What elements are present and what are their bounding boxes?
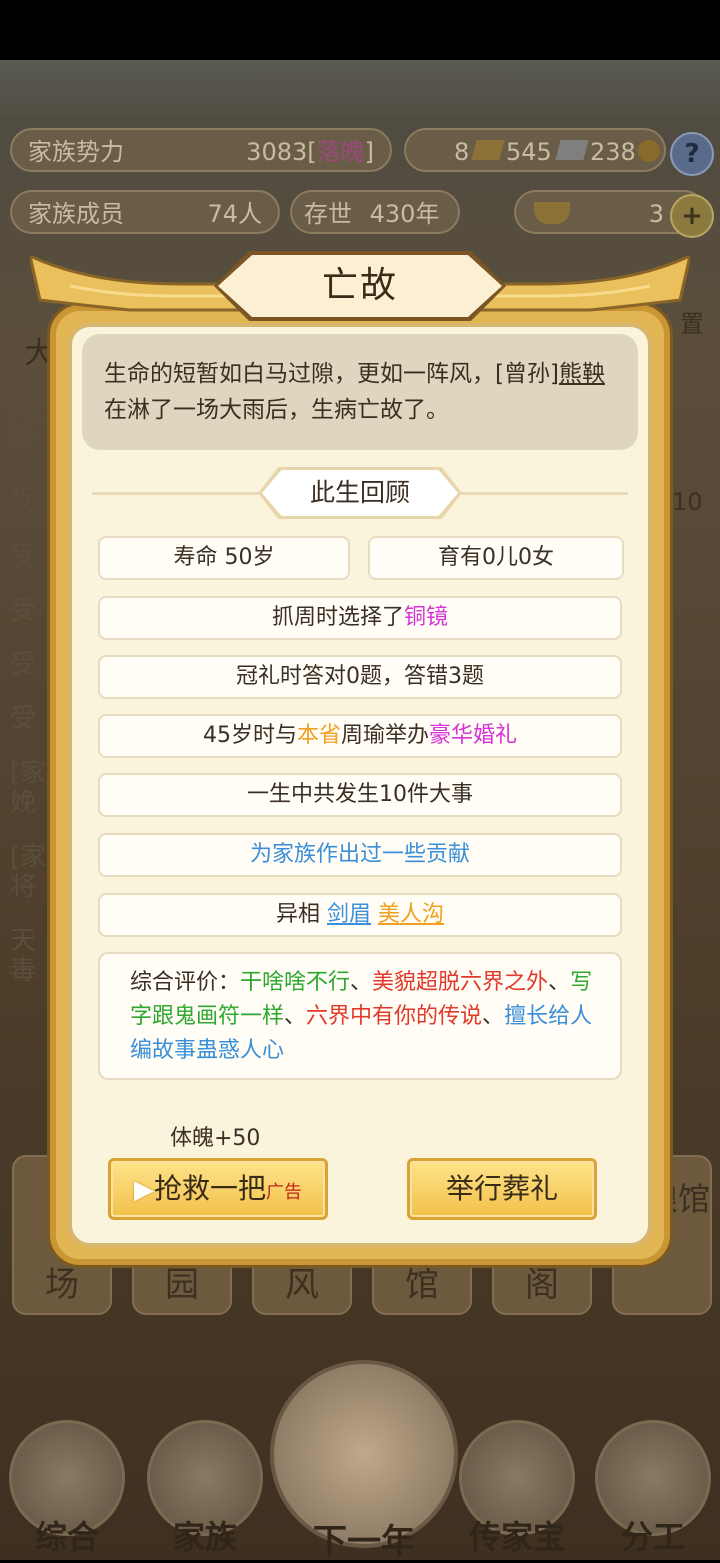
life-review-header: 此生回顾 bbox=[92, 467, 628, 519]
death-description: 生命的短暂如白马过隙，更如一阵风，[曾孙]熊鞅在淋了一场大雨后，生病亡故了。 bbox=[82, 334, 638, 450]
rescue-button[interactable]: ▶抢救一把广告 bbox=[108, 1158, 328, 1220]
contribution-pill: 为家族作出过一些贡献 bbox=[98, 833, 622, 877]
zhuazhou-pill: 抓周时选择了铜镜 bbox=[98, 596, 622, 640]
overall-evaluation: 综合评价：干啥啥不行、美貌超脱六界之外、写字跟鬼画符一样、六界中有你的传说、擅长… bbox=[98, 952, 622, 1080]
children-pill: 育有0儿0女 bbox=[368, 536, 624, 580]
play-icon: ▶ bbox=[133, 1175, 154, 1205]
eval-item: 六界中有你的传说 bbox=[306, 1004, 483, 1029]
bonus-text: 体魄+50 bbox=[170, 1126, 261, 1151]
ingot-value: 3 bbox=[648, 200, 664, 228]
gold-bar-icon bbox=[471, 140, 505, 160]
description-prefix: 生命的短暂如白马过隙，更如一阵风，[曾孙] bbox=[104, 361, 559, 387]
wedding-prefix: 45岁时与 bbox=[202, 723, 297, 748]
eval-item: 干啥啥不行 bbox=[240, 970, 351, 995]
eval-separator: 、 bbox=[548, 970, 571, 995]
ingot-icon bbox=[534, 202, 570, 224]
currency-c-value: 238 bbox=[590, 138, 636, 166]
members-label: 家族成员 bbox=[28, 200, 124, 228]
bg-row: [家娩 bbox=[10, 758, 47, 818]
description-suffix: 在淋了一场大雨后，生病亡故了。 bbox=[104, 397, 449, 423]
coin-icon bbox=[638, 140, 660, 162]
section-title: 此生回顾 bbox=[309, 478, 410, 507]
wedding-person: 周瑜举办 bbox=[340, 723, 429, 748]
nav-heirloom[interactable]: 传家宝 bbox=[452, 1420, 582, 1560]
family-members-box[interactable]: 家族成员 74人 bbox=[10, 190, 280, 234]
nav-family[interactable]: 家族 bbox=[140, 1420, 270, 1560]
silver-bar-icon bbox=[555, 140, 589, 160]
members-value: 74人 bbox=[207, 200, 262, 228]
divider-left bbox=[92, 492, 262, 495]
exist-years-box: 存世 430年 bbox=[290, 190, 460, 234]
traits-pill: 异相 剑眉 美人沟 bbox=[98, 893, 622, 937]
nav-division[interactable]: 分工 bbox=[588, 1420, 718, 1560]
divider-right bbox=[458, 492, 628, 495]
family-power-value: 3083 bbox=[246, 138, 308, 166]
rank-bracket-open: [ bbox=[307, 138, 317, 166]
zhuazhou-item: 铜镜 bbox=[404, 605, 449, 630]
zhuazhou-prefix: 抓周时选择了 bbox=[271, 605, 404, 630]
eval-item: 美貌超脱六界之外 bbox=[372, 970, 549, 995]
ad-tag: 广告 bbox=[266, 1182, 302, 1203]
exist-label: 存世 bbox=[304, 200, 352, 228]
trait-chin-dimple[interactable]: 美人沟 bbox=[378, 902, 444, 927]
lifespan-pill: 寿命 50岁 bbox=[98, 536, 350, 580]
rescue-label: 抢救一把 bbox=[153, 1172, 266, 1205]
eval-separator: 、 bbox=[482, 1004, 505, 1029]
nav-overview[interactable]: 综合 bbox=[2, 1420, 132, 1560]
wedding-type: 豪华婚礼 bbox=[429, 723, 518, 748]
evaluation-label: 综合评价： bbox=[130, 970, 241, 995]
deceased-name[interactable]: 熊鞅 bbox=[559, 361, 605, 387]
family-power-label: 家族势力 bbox=[28, 138, 124, 166]
eval-separator: 、 bbox=[284, 1004, 307, 1029]
events-pill: 一生中共发生10件大事 bbox=[98, 773, 622, 817]
dialog-title: 亡故 bbox=[321, 265, 398, 306]
currency-a-value: 8 bbox=[454, 138, 470, 166]
add-ingot-button[interactable]: + bbox=[670, 194, 714, 238]
funeral-button[interactable]: 举行葬礼 bbox=[407, 1158, 597, 1220]
eval-separator: 、 bbox=[350, 970, 373, 995]
bg-row: 天毒 bbox=[10, 926, 37, 986]
exist-value: 430年 bbox=[369, 200, 440, 228]
traits-label: 异相 bbox=[275, 902, 320, 927]
wedding-place: 本省 bbox=[296, 723, 341, 748]
currency-box[interactable]: 8 545 238 bbox=[404, 128, 666, 172]
help-button[interactable]: ? bbox=[670, 132, 714, 176]
family-power-rank: 落魄 bbox=[316, 138, 365, 166]
bg-row: [伤行 bbox=[10, 400, 47, 460]
nav-next-year[interactable]: 下一年 bbox=[270, 1360, 458, 1562]
bg-right-number: 10 bbox=[672, 488, 703, 516]
status-bar bbox=[0, 0, 720, 60]
rank-bracket-close: ] bbox=[364, 138, 374, 166]
bg-row: [家将 bbox=[10, 842, 47, 902]
wedding-pill: 45岁时与本省周瑜举办豪华婚礼 bbox=[98, 714, 622, 758]
family-power-box[interactable]: 家族势力 3083[落魄] bbox=[10, 128, 392, 172]
funeral-label: 举行葬礼 bbox=[445, 1172, 558, 1205]
guanli-pill: 冠礼时答对0题，答错3题 bbox=[98, 655, 622, 699]
trait-sword-brows[interactable]: 剑眉 bbox=[327, 902, 371, 927]
currency-b-value: 545 bbox=[506, 138, 552, 166]
